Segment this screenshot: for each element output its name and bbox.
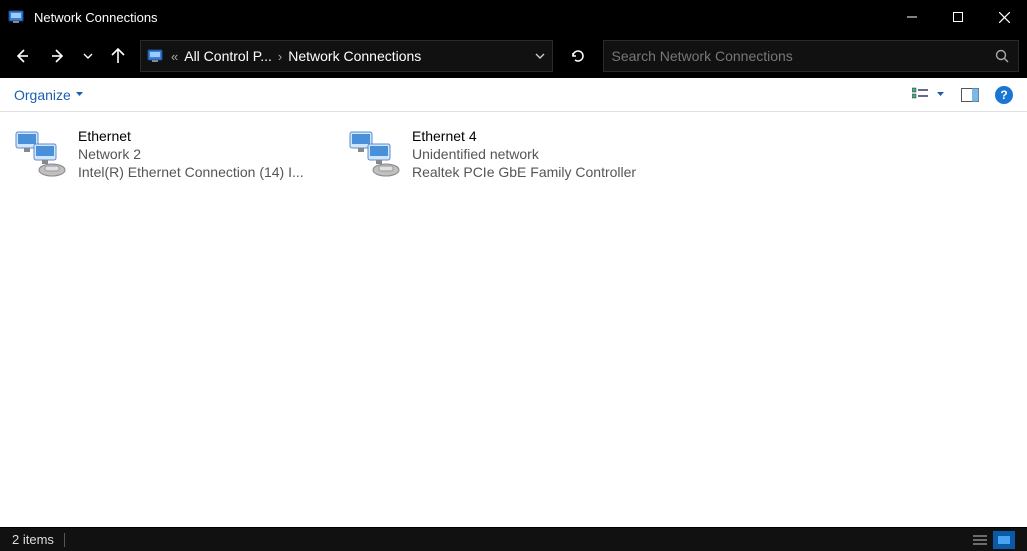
toolbar: Organize ? bbox=[0, 78, 1027, 112]
chevron-down-icon bbox=[936, 90, 945, 99]
adapter-name: Ethernet 4 bbox=[412, 128, 656, 144]
organize-button[interactable]: Organize bbox=[14, 87, 84, 103]
back-button[interactable] bbox=[8, 42, 36, 70]
status-text: 2 items bbox=[12, 532, 54, 547]
view-options-button[interactable] bbox=[912, 87, 945, 103]
search-input[interactable] bbox=[612, 48, 995, 64]
content-area: Ethernet Network 2 Intel(R) Ethernet Con… bbox=[0, 112, 1027, 527]
preview-pane-button[interactable] bbox=[961, 88, 979, 102]
network-adapter-item[interactable]: Ethernet 4 Unidentified network Realtek … bbox=[342, 124, 660, 184]
maximize-button[interactable] bbox=[935, 0, 981, 34]
statusbar: 2 items bbox=[0, 527, 1027, 551]
search-box[interactable] bbox=[603, 40, 1020, 72]
details-view-button[interactable] bbox=[969, 531, 991, 549]
breadcrumb-prefix: « bbox=[171, 49, 178, 64]
network-adapter-icon bbox=[12, 128, 68, 180]
large-icons-view-button[interactable] bbox=[993, 531, 1015, 549]
recent-locations-button[interactable] bbox=[80, 42, 96, 70]
address-bar[interactable]: « All Control P... › Network Connections bbox=[140, 40, 553, 72]
network-adapter-icon bbox=[346, 128, 402, 180]
organize-label: Organize bbox=[14, 87, 71, 103]
network-adapter-item[interactable]: Ethernet Network 2 Intel(R) Ethernet Con… bbox=[8, 124, 326, 184]
adapter-device: Realtek PCIe GbE Family Controller bbox=[412, 164, 656, 180]
minimize-button[interactable] bbox=[889, 0, 935, 34]
forward-button[interactable] bbox=[44, 42, 72, 70]
help-button[interactable]: ? bbox=[995, 86, 1013, 104]
adapter-name: Ethernet bbox=[78, 128, 322, 144]
status-divider bbox=[64, 533, 65, 547]
chevron-right-icon[interactable]: › bbox=[278, 49, 282, 64]
window-title: Network Connections bbox=[34, 10, 158, 25]
adapter-status: Network 2 bbox=[78, 146, 322, 162]
up-button[interactable] bbox=[104, 42, 132, 70]
refresh-button[interactable] bbox=[561, 42, 595, 70]
chevron-down-icon bbox=[75, 90, 84, 99]
close-button[interactable] bbox=[981, 0, 1027, 34]
breadcrumb-item-control-panel[interactable]: All Control P... bbox=[184, 48, 272, 64]
breadcrumb-item-network-connections[interactable]: Network Connections bbox=[288, 48, 421, 64]
location-icon bbox=[147, 47, 165, 65]
titlebar: Network Connections bbox=[0, 0, 1027, 34]
address-dropdown-button[interactable] bbox=[534, 50, 546, 62]
navbar: « All Control P... › Network Connections bbox=[0, 34, 1027, 78]
adapter-status: Unidentified network bbox=[412, 146, 656, 162]
search-icon[interactable] bbox=[994, 48, 1010, 64]
adapter-device: Intel(R) Ethernet Connection (14) I... bbox=[78, 164, 322, 180]
control-panel-icon bbox=[8, 8, 26, 26]
